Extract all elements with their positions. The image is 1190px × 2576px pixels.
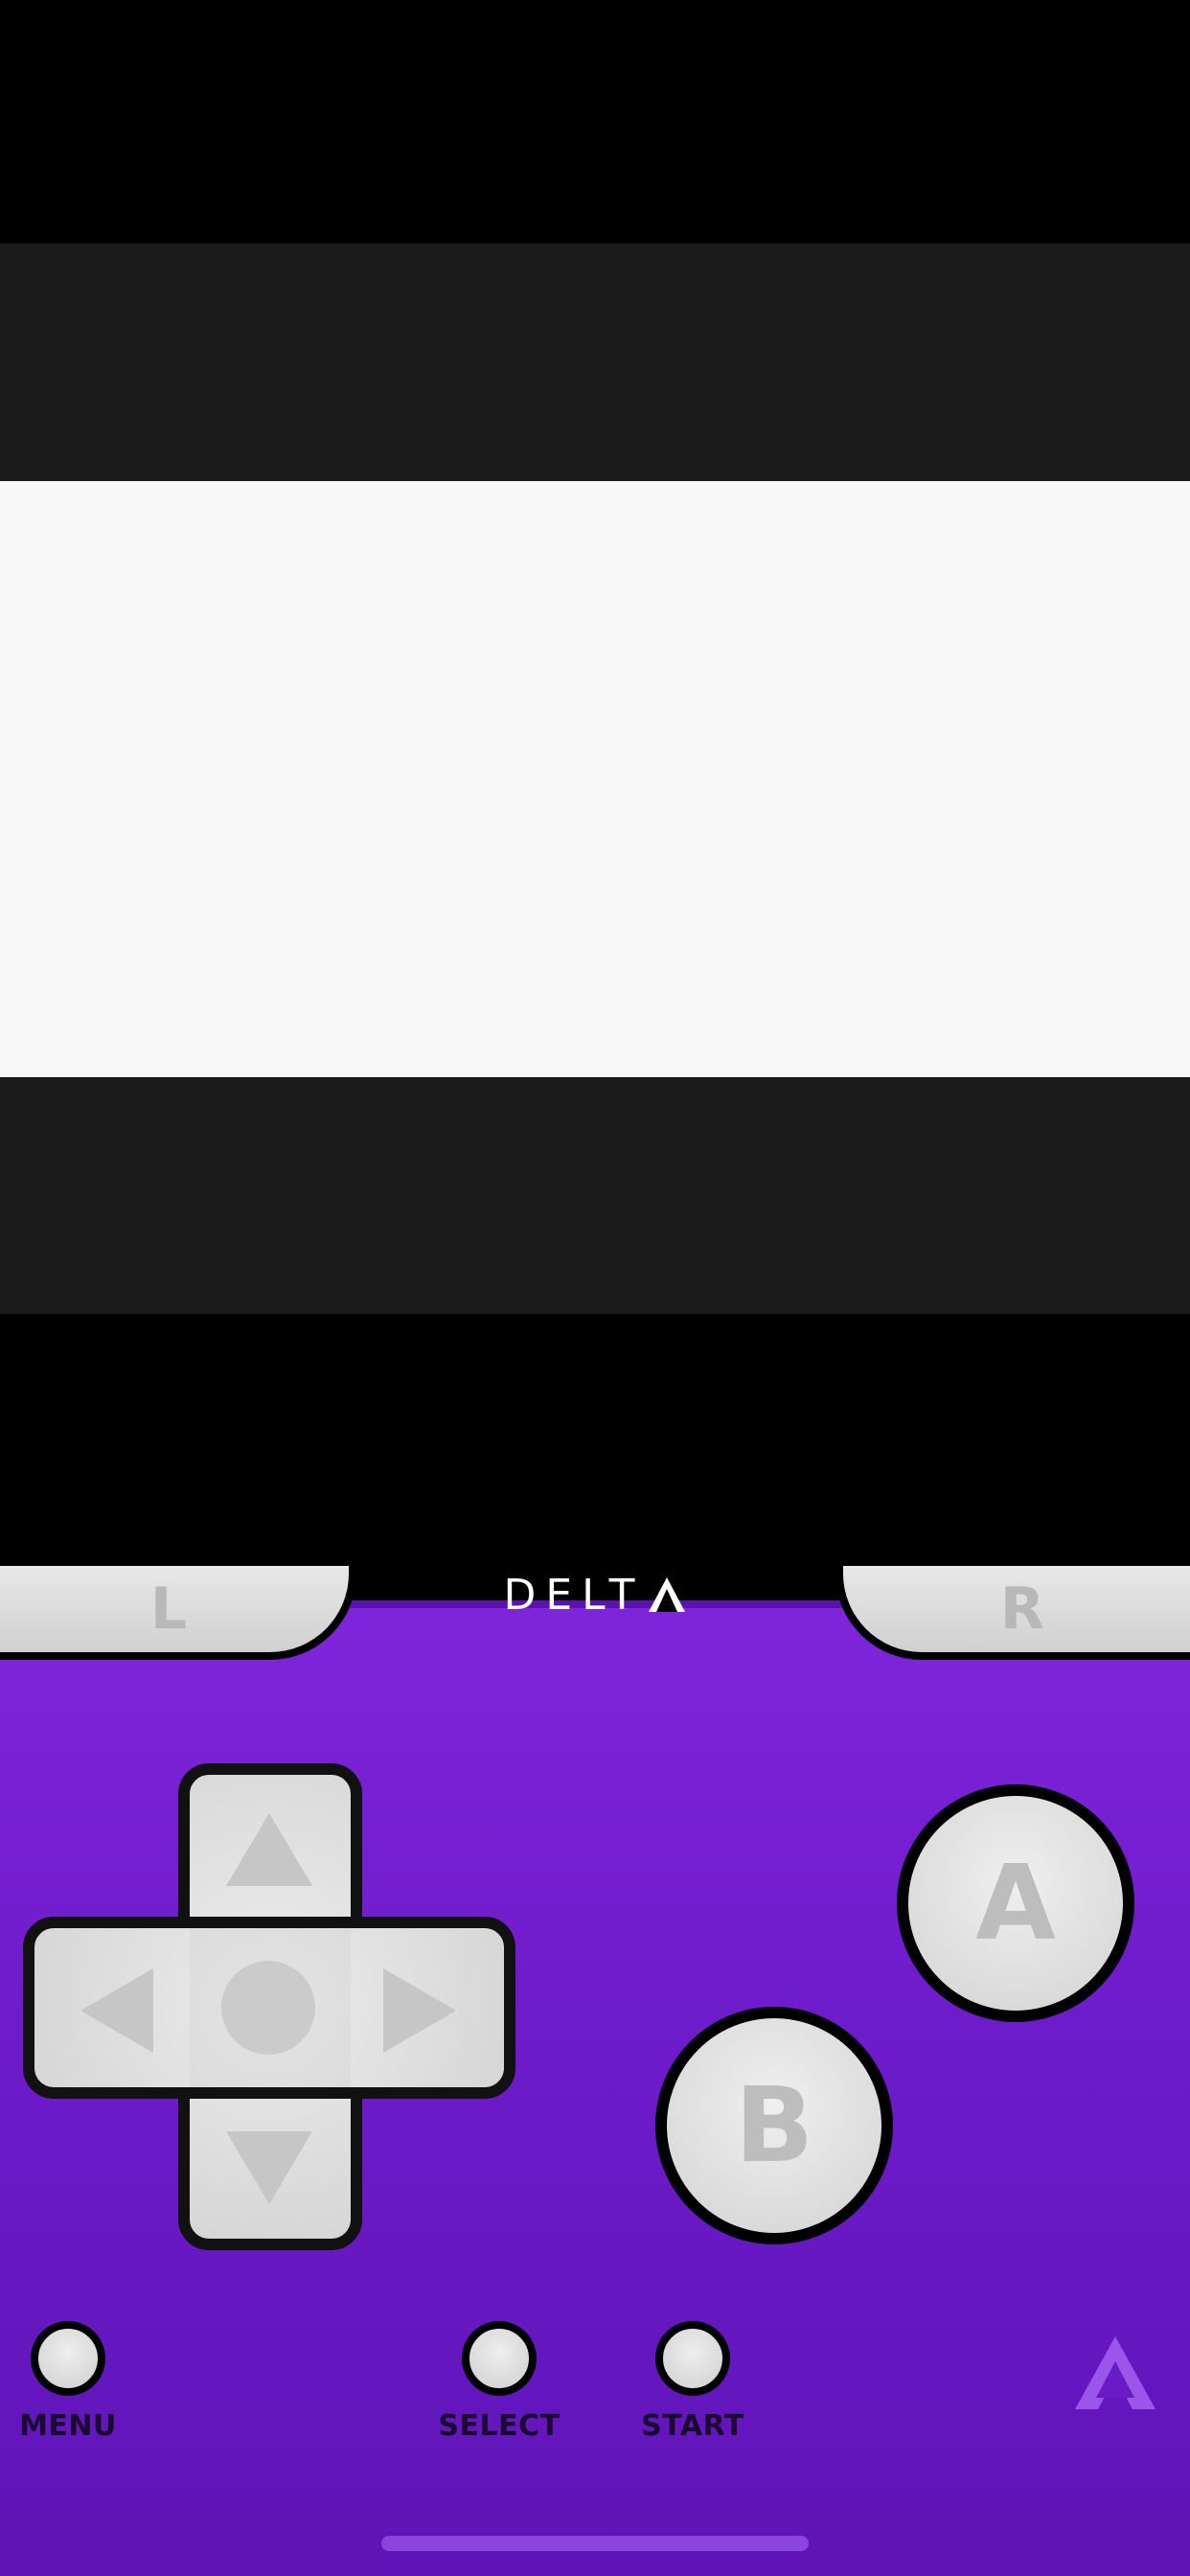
controller-skin: L R DELT A B MENU SELECT START [0, 1566, 1190, 2576]
menu-button[interactable] [31, 2321, 105, 2396]
l-shoulder-button[interactable]: L [0, 1566, 356, 1660]
home-indicator[interactable] [381, 2536, 809, 2551]
screen-band-black-top [0, 0, 1190, 243]
r-shoulder-button[interactable]: R [835, 1566, 1190, 1660]
menu-label: MENU [19, 2409, 117, 2443]
select-button[interactable] [462, 2321, 537, 2396]
l-shoulder-label: L [149, 1576, 188, 1643]
delta-logo: DELT [498, 1566, 692, 1623]
start-button[interactable] [655, 2321, 730, 2396]
screen-band-dark-upper [0, 243, 1190, 481]
start-label: START [641, 2409, 744, 2443]
dpad-up-icon[interactable] [226, 1813, 312, 1886]
dpad-left-icon[interactable] [80, 1968, 153, 2053]
b-button[interactable]: B [655, 2007, 893, 2244]
game-screen-white [0, 481, 1190, 1077]
select-label: SELECT [438, 2409, 561, 2443]
delta-triangle-icon [648, 1577, 685, 1612]
dpad-down-icon[interactable] [226, 2131, 312, 2204]
delta-logo-icon [1075, 2336, 1156, 2409]
b-button-label: B [734, 2065, 814, 2186]
a-button[interactable]: A [897, 1784, 1134, 2022]
dpad-right-icon[interactable] [383, 1968, 456, 2053]
r-shoulder-label: R [999, 1576, 1045, 1643]
dpad[interactable] [23, 1763, 515, 2250]
screen-band-dark-lower [0, 1077, 1190, 1314]
dpad-center-circle [221, 1961, 315, 2055]
logo-text: DELT [503, 1570, 645, 1620]
screen-band-black-bottom [0, 1314, 1190, 1566]
a-button-label: A [975, 1843, 1056, 1964]
